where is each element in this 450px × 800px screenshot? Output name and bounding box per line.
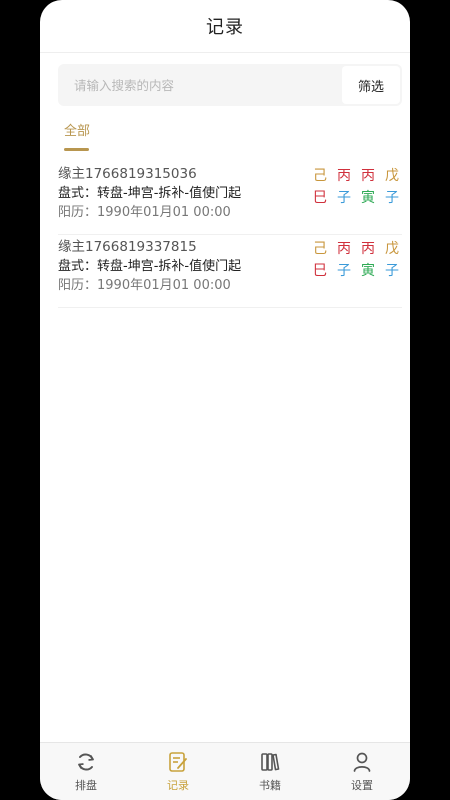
tab-label: 排盘 [75, 779, 97, 792]
tab-label: 记录 [167, 779, 189, 792]
record-date: 阳历：1990年01月01 00:00 [58, 278, 231, 293]
record-owner: 缘主1766819337815 [58, 239, 197, 255]
branch-year: 巳 [313, 263, 327, 279]
tab-label: 书籍 [259, 779, 281, 792]
tab-paipan[interactable]: 排盘 [40, 743, 132, 800]
bottom-tab-bar: 排盘 记录 书籍 设置 [40, 742, 410, 800]
edit-note-icon [169, 752, 187, 772]
page-title: 记录 [206, 17, 244, 38]
stem-hour: 戊 [385, 241, 399, 257]
stem-year: 己 [313, 168, 327, 184]
refresh-cycle-icon [78, 753, 94, 771]
record-owner: 缘主1766819315036 [58, 166, 197, 182]
stem-year: 己 [313, 241, 327, 257]
branch-day: 寅 [361, 263, 375, 279]
filter-button[interactable]: 筛选 [342, 66, 400, 104]
tab-records[interactable]: 记录 [132, 743, 224, 800]
bazi-pillars: 己 丙 丙 戊 巳 子 寅 子 [310, 166, 402, 210]
record-layout: 盘式：转盘-坤宫-拆补-值使门起 [58, 259, 242, 274]
record-date: 阳历：1990年01月01 00:00 [58, 205, 231, 220]
record-item[interactable]: 缘主1766819315036 盘式：转盘-坤宫-拆补-值使门起 阳历：1990… [58, 162, 402, 235]
search-bar: 筛选 [58, 64, 402, 106]
branch-hour: 子 [385, 190, 399, 206]
branch-month: 子 [337, 190, 351, 206]
stem-hour: 戊 [385, 168, 399, 184]
branch-month: 子 [337, 263, 351, 279]
record-item[interactable]: 缘主1766819337815 盘式：转盘-坤宫-拆补-值使门起 阳历：1990… [58, 235, 402, 308]
stem-month: 丙 [337, 168, 351, 184]
tab-settings[interactable]: 设置 [316, 743, 408, 800]
branch-day: 寅 [361, 190, 375, 206]
search-input[interactable] [58, 64, 342, 106]
tab-active-indicator [64, 148, 89, 151]
stem-day: 丙 [361, 241, 375, 257]
app-screen: 记录 筛选 全部 缘主1766819315036 盘式：转盘-坤宫-拆补-值使门… [40, 0, 410, 800]
bazi-pillars: 己 丙 丙 戊 巳 子 寅 子 [310, 239, 402, 283]
branch-year: 巳 [313, 190, 327, 206]
books-icon [261, 753, 280, 771]
branch-hour: 子 [385, 263, 399, 279]
record-layout: 盘式：转盘-坤宫-拆补-值使门起 [58, 186, 242, 201]
tab-all[interactable]: 全部 [64, 120, 90, 139]
tab-label: 设置 [351, 779, 373, 792]
stem-day: 丙 [361, 168, 375, 184]
tab-books[interactable]: 书籍 [224, 743, 316, 800]
stem-month: 丙 [337, 241, 351, 257]
user-icon [353, 752, 371, 772]
header: 记录 [40, 0, 410, 53]
